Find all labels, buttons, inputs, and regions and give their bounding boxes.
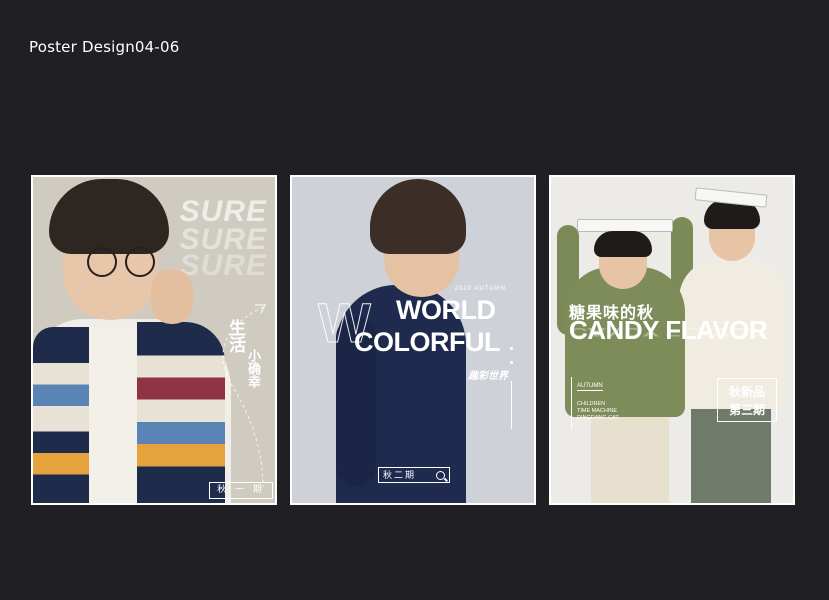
dot-decoration <box>510 347 513 350</box>
glasses-lens <box>125 247 155 277</box>
child-hand <box>151 269 193 324</box>
child-hair <box>49 179 169 254</box>
poster-2-title-line2: COLORFUL <box>354 327 500 357</box>
poster-3[interactable]: 糖果味的秋 CANDY FLAVOR CANDY FLAVOR AUTUMN C… <box>549 175 795 505</box>
child-hair <box>370 179 466 254</box>
title-reflection: CANDY FLAVOR <box>569 325 768 340</box>
tshirt-front <box>89 327 137 503</box>
poster-1-vertical-title: 生活 <box>225 319 245 353</box>
dot-decoration <box>510 361 513 364</box>
divider-line <box>511 381 512 429</box>
striped-cardigan-left <box>33 327 91 503</box>
issue-box-line1: 秋新品 <box>728 385 765 399</box>
brand-line: CHILDREN <box>577 401 606 407</box>
issue-label: 秋 一 期 <box>209 482 273 499</box>
poster-2[interactable]: 2020 AUTUMN W WORLD COLORFUL 趣彩世界 秋二期 <box>290 175 536 505</box>
issue-box-line2: 第三期 <box>728 403 765 417</box>
brand-line: DINGDANG CAT <box>577 415 619 421</box>
child-hair <box>594 231 652 257</box>
issue-search-box[interactable]: 秋二期 <box>378 467 450 483</box>
season-label: AUTUMN <box>577 383 603 391</box>
search-icon[interactable] <box>436 471 445 480</box>
divider-line <box>571 377 572 429</box>
season-tag: 2020 AUTUMN <box>454 286 506 292</box>
page-title: Poster Design04-06 <box>29 38 180 56</box>
issue-label: 秋二期 <box>383 471 417 481</box>
poster-1-vertical-subtitle: 小确幸 <box>245 349 260 388</box>
poster-2-subtitle: 趣彩世界 <box>468 371 508 382</box>
brand-line: TIME MACHINE <box>577 408 618 414</box>
poster-2-title-line1: WORLD <box>396 295 496 325</box>
issue-box: 秋新品 第三期 <box>717 378 777 422</box>
glasses-lens <box>87 247 117 277</box>
background-word: SURE <box>179 249 267 282</box>
poster-1[interactable]: SURE SURE SURE 生活 小确幸 秋 一 期 <box>31 175 277 505</box>
